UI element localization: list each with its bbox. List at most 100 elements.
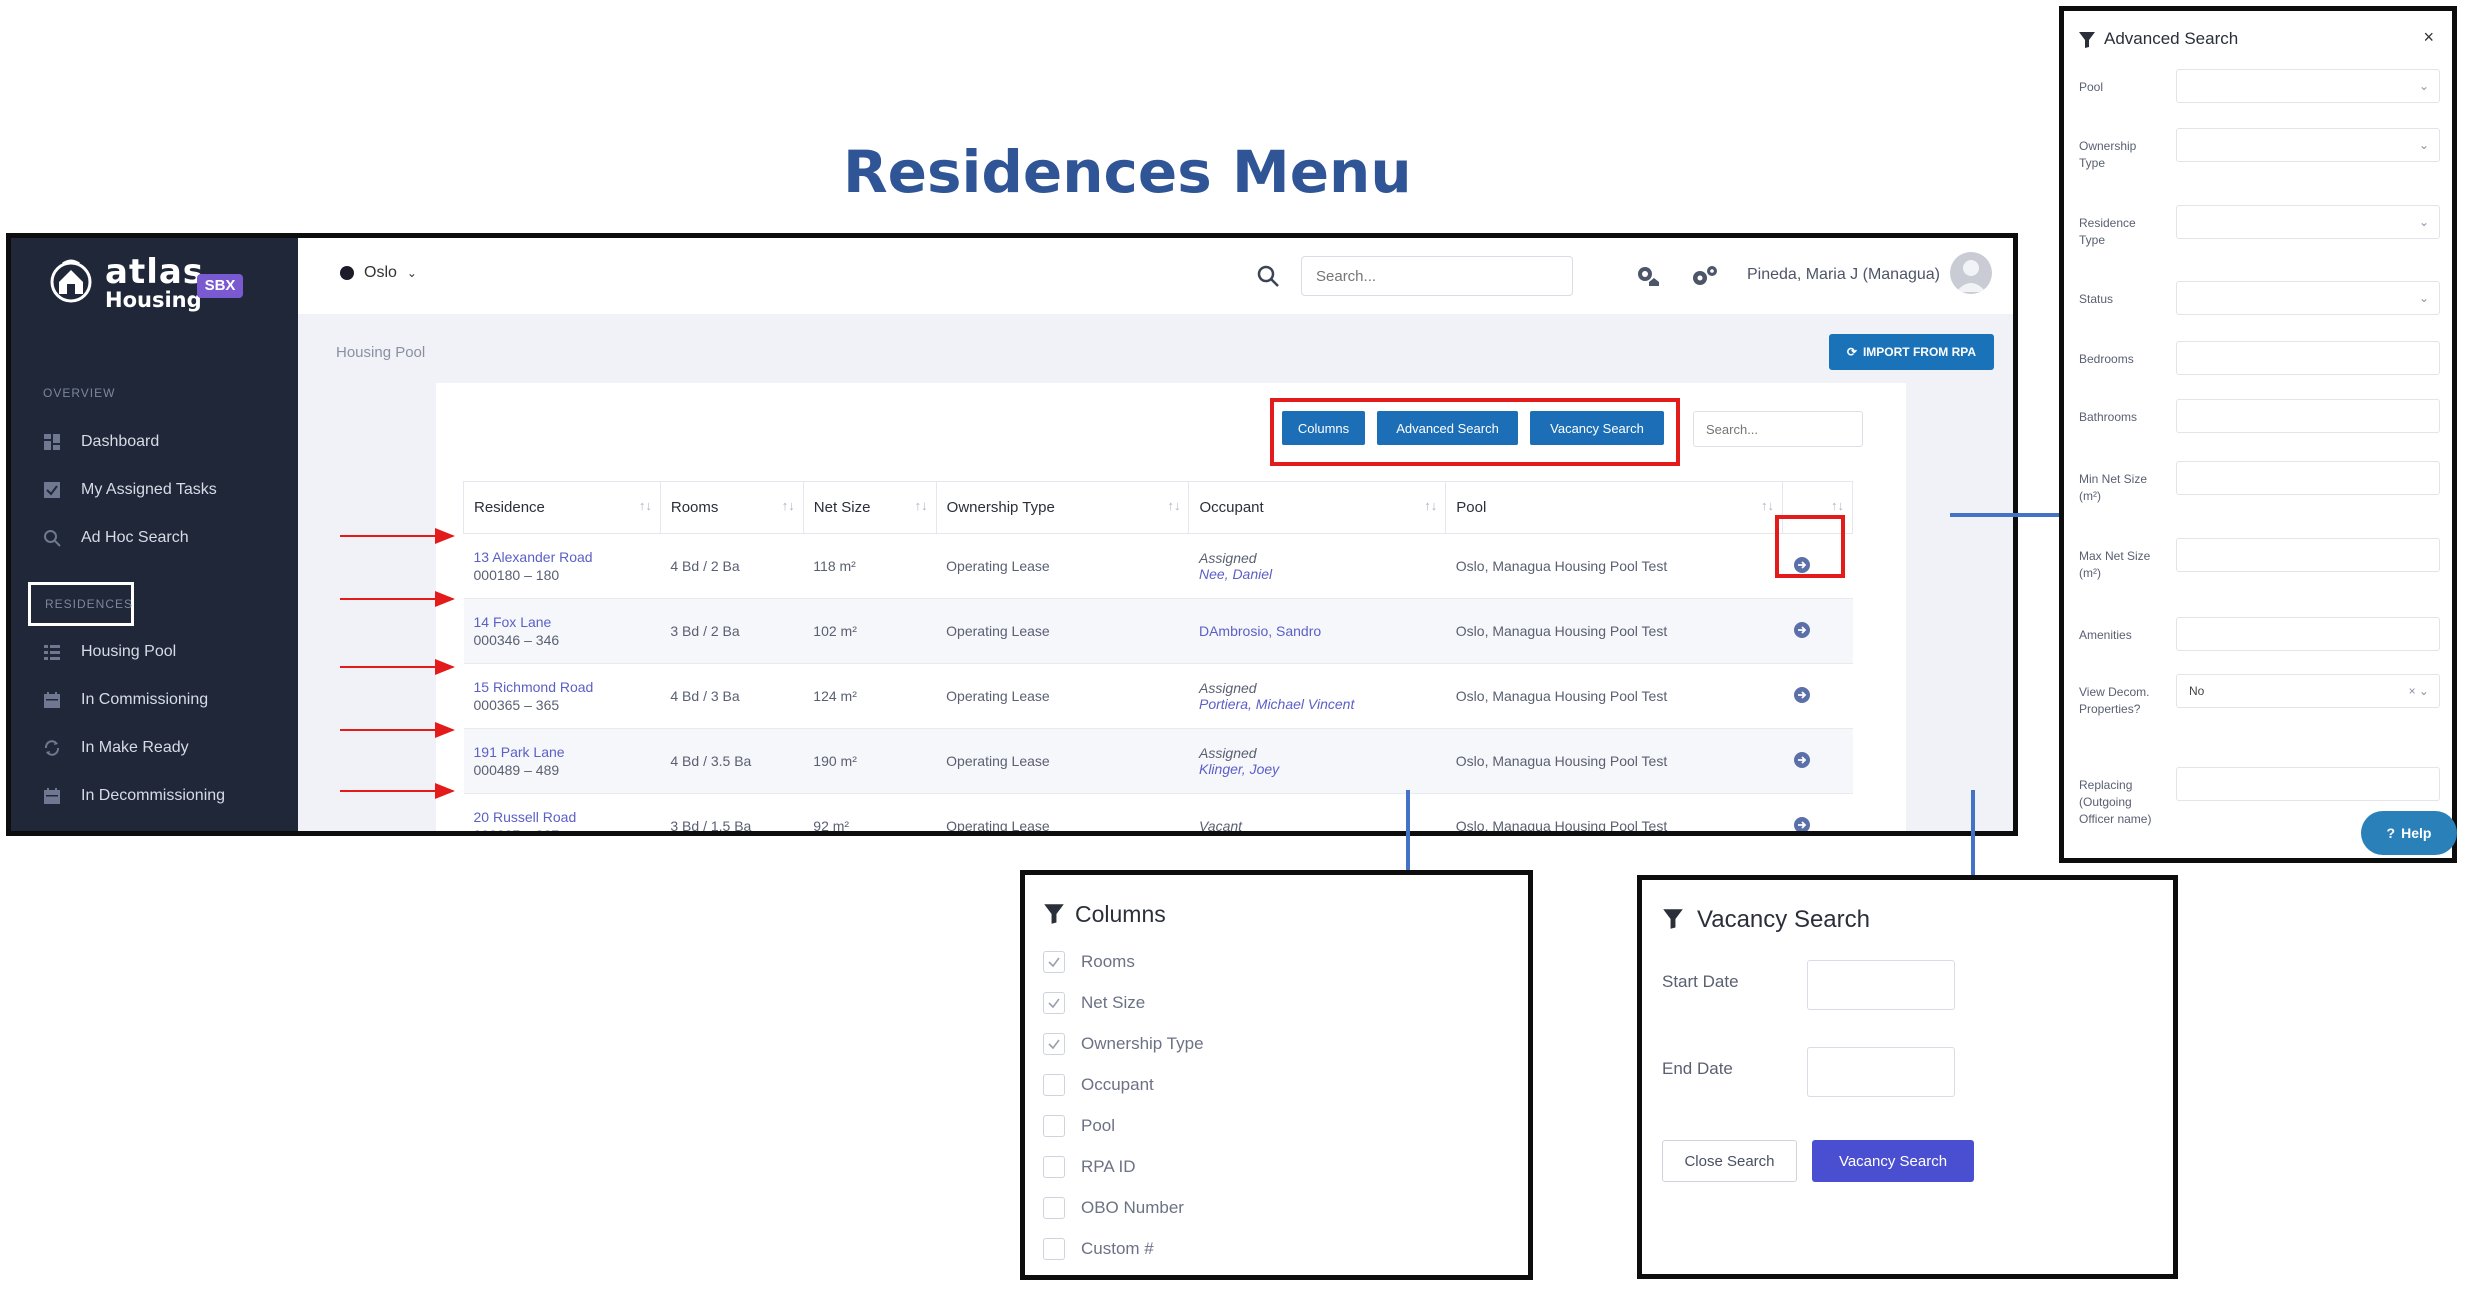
field-label: Replacing (Outgoing Officer name) xyxy=(2079,778,2152,826)
checkbox-checked[interactable] xyxy=(1043,992,1065,1014)
column-option-custom[interactable]: Custom # xyxy=(1043,1238,1154,1260)
help-button[interactable]: ? Help xyxy=(2361,811,2457,855)
house-globe-icon xyxy=(50,259,92,303)
sort-icon[interactable]: ↑↓ xyxy=(782,498,795,513)
ownership-cell: Operating Lease xyxy=(936,793,1189,831)
column-option-obo-number[interactable]: OBO Number xyxy=(1043,1197,1184,1219)
bedrooms-input[interactable] xyxy=(2176,341,2440,375)
arrow-right-circle-icon[interactable] xyxy=(1793,621,1811,639)
amenities-input[interactable] xyxy=(2176,617,2440,651)
pool-select[interactable]: ⌄ xyxy=(2176,69,2440,103)
min-net-size-input[interactable] xyxy=(2176,461,2440,495)
column-header-occupant[interactable]: Occupant ↑↓ xyxy=(1188,481,1447,534)
list-icon xyxy=(44,645,60,660)
vacancy-search-submit-button[interactable]: Vacancy Search xyxy=(1812,1140,1974,1182)
end-date-input[interactable] xyxy=(1807,1047,1955,1097)
sort-icon[interactable]: ↑↓ xyxy=(1167,498,1180,513)
column-option-pool[interactable]: Pool xyxy=(1043,1115,1115,1137)
column-header-rooms[interactable]: Rooms ↑↓ xyxy=(659,481,804,534)
checkbox-unchecked[interactable] xyxy=(1043,1115,1065,1137)
occupant-status: Assigned xyxy=(1198,550,1257,566)
ownership-type-select[interactable]: ⌄ xyxy=(2176,128,2440,162)
columns-button[interactable]: Columns xyxy=(1282,411,1365,445)
sidebar-item-label: Housing Pool xyxy=(81,643,177,660)
gears-icon[interactable] xyxy=(1690,262,1720,292)
rooms-cell: 3 Bd / 2 Ba xyxy=(660,598,804,664)
sidebar-item-ad-hoc-search[interactable]: Ad Hoc Search xyxy=(43,524,189,552)
search-icon[interactable] xyxy=(1256,264,1280,288)
sidebar-item-housing-pool[interactable]: Housing Pool xyxy=(43,638,176,666)
occupant-link[interactable]: Klinger, Joey xyxy=(1199,761,1445,777)
sidebar-item-my-assigned-tasks[interactable]: My Assigned Tasks xyxy=(43,476,217,504)
residence-link[interactable]: 191 Park Lane xyxy=(474,744,660,760)
column-option-rpa-id[interactable]: RPA ID xyxy=(1043,1156,1135,1178)
checkbox-unchecked[interactable] xyxy=(1043,1074,1065,1096)
column-header-ownership-type[interactable]: Ownership Type ↑↓ xyxy=(935,481,1190,534)
max-net-size-input[interactable] xyxy=(2176,538,2440,572)
occupant-link[interactable]: Portiera, Michael Vincent xyxy=(1199,696,1445,712)
sort-icon[interactable]: ↑↓ xyxy=(1831,498,1844,513)
arrow-right-circle-icon[interactable] xyxy=(1793,686,1811,704)
column-header-pool[interactable]: Pool ↑↓ xyxy=(1445,481,1783,534)
residence-type-select[interactable]: ⌄ xyxy=(2176,205,2440,239)
residence-link[interactable]: 20 Russell Road xyxy=(474,809,660,825)
sidebar-item-in-decommissioning[interactable]: In Decommissioning xyxy=(43,782,225,810)
column-header-residence[interactable]: Residence ↑↓ xyxy=(463,481,661,534)
view-decom-properties-select[interactable]: No × ⌄ xyxy=(2176,674,2440,708)
ownership-cell: Operating Lease xyxy=(936,598,1189,664)
residence-link[interactable]: 15 Richmond Road xyxy=(474,679,660,695)
logo[interactable]: atlas Housing SBX xyxy=(49,252,289,312)
breadcrumb[interactable]: Housing Pool xyxy=(336,344,425,361)
field-label: Status xyxy=(2079,292,2114,306)
vacancy-search-title: Vacancy Search xyxy=(1697,906,1870,933)
column-option-occupant[interactable]: Occupant xyxy=(1043,1074,1154,1096)
occupant-link[interactable]: DAmbrosio, Sandro xyxy=(1199,623,1321,639)
page-title: Residences Menu xyxy=(843,138,1412,206)
table-search-input[interactable] xyxy=(1693,411,1863,447)
column-option-ownership-type[interactable]: Ownership Type xyxy=(1043,1033,1204,1055)
filter-icon xyxy=(2079,32,2095,48)
sort-icon[interactable]: ↑↓ xyxy=(1424,498,1437,513)
sidebar-item-label: In Decommissioning xyxy=(81,787,226,804)
status-select[interactable]: ⌄ xyxy=(2176,281,2440,315)
residence-link[interactable]: 13 Alexander Road xyxy=(474,549,660,565)
close-icon[interactable]: × xyxy=(2423,27,2434,48)
checkbox-checked[interactable] xyxy=(1043,1033,1065,1055)
global-search-input[interactable] xyxy=(1301,256,1573,296)
start-date-input[interactable] xyxy=(1807,960,1955,1010)
close-search-button[interactable]: Close Search xyxy=(1662,1140,1797,1182)
vacancy-search-button[interactable]: Vacancy Search xyxy=(1530,411,1664,445)
user-settings-icon[interactable] xyxy=(1633,262,1663,292)
advanced-search-button[interactable]: Advanced Search xyxy=(1377,411,1518,445)
bathrooms-input[interactable] xyxy=(2176,399,2440,433)
checkbox-unchecked[interactable] xyxy=(1043,1238,1065,1260)
replacing-officer-input[interactable] xyxy=(2176,767,2440,801)
sidebar-item-in-make-ready[interactable]: In Make Ready xyxy=(43,734,189,762)
pool-cell: Oslo, Managua Housing Pool Test xyxy=(1445,793,1783,831)
avatar[interactable] xyxy=(1950,252,1992,294)
action-highlight-box xyxy=(1775,515,1845,578)
user-avatar-icon xyxy=(1956,260,1986,292)
sidebar-item-dashboard[interactable]: Dashboard xyxy=(43,428,159,456)
residence-link[interactable]: 14 Fox Lane xyxy=(474,614,660,630)
column-option-rooms[interactable]: Rooms xyxy=(1043,951,1135,973)
check-icon xyxy=(1048,998,1060,1009)
location-selector[interactable]: Oslo ⌄ xyxy=(340,264,417,282)
checkbox-checked[interactable] xyxy=(1043,951,1065,973)
arrow-right-circle-icon[interactable] xyxy=(1793,816,1811,834)
sort-icon[interactable]: ↑↓ xyxy=(1761,498,1774,513)
sort-icon[interactable]: ↑↓ xyxy=(639,498,652,513)
column-option-net-size[interactable]: Net Size xyxy=(1043,992,1145,1014)
occupant-link[interactable]: Nee, Daniel xyxy=(1199,566,1445,582)
column-header-net-size[interactable]: Net Size ↑↓ xyxy=(802,481,937,534)
checkbox-unchecked[interactable] xyxy=(1043,1156,1065,1178)
logo-subtitle: Housing xyxy=(105,288,202,312)
user-name[interactable]: Pineda, Maria J (Managua) xyxy=(1747,266,1940,284)
field-label: Min Net Size (m²) xyxy=(2079,472,2148,503)
sidebar-item-in-commissioning[interactable]: In Commissioning xyxy=(43,686,208,714)
sort-icon[interactable]: ↑↓ xyxy=(915,498,928,513)
checkbox-unchecked[interactable] xyxy=(1043,1197,1065,1219)
arrow-right-circle-icon[interactable] xyxy=(1793,751,1811,769)
import-from-rpa-button[interactable]: ⟳ IMPORT FROM RPA xyxy=(1829,334,1994,370)
search-icon xyxy=(44,530,61,547)
